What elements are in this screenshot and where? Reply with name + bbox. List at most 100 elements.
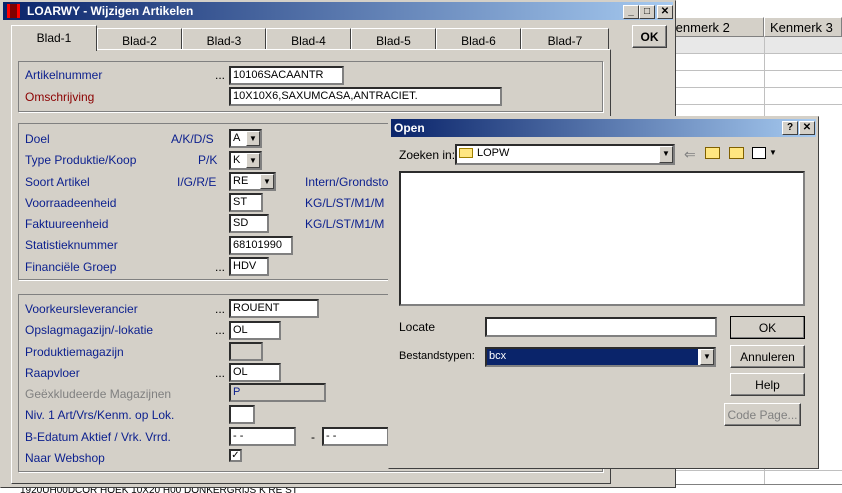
bedatum-label: B-Edatum Aktief / Vrk. Vrrd. — [25, 430, 171, 444]
chevron-down-icon[interactable]: ▼ — [260, 174, 274, 189]
maximize-button[interactable]: □ — [639, 5, 655, 19]
grid-line — [676, 470, 842, 471]
column-header-label: Kenmerk 3 — [770, 20, 833, 35]
help-button[interactable]: Help — [730, 373, 805, 396]
code-page-label: Code Page... — [727, 408, 798, 422]
column-header-kenmerk3[interactable]: Kenmerk 3 — [764, 17, 842, 37]
dialog-help-button[interactable]: ? — [782, 121, 798, 135]
close-icon: ✕ — [660, 6, 670, 17]
open-dialog: Open ? ✕ Zoeken in: LOPW ▼ ⇐ ▼ Locate Be… — [388, 116, 819, 469]
niv-field[interactable] — [229, 405, 255, 424]
soort-select[interactable]: RE ▼ — [229, 172, 276, 191]
webshop-label: Naar Webshop — [25, 451, 105, 465]
tab-blad-7[interactable]: Blad-7 — [521, 28, 609, 50]
minimize-button[interactable]: _ — [623, 5, 639, 19]
type-label: Type Produktie/Koop — [25, 153, 137, 167]
faktuur-right-hint: KG/L/ST/M1/M — [305, 217, 385, 231]
tab-blad-4[interactable]: Blad-4 — [266, 28, 351, 50]
new-folder-icon[interactable] — [729, 147, 744, 159]
bestandstypen-label: Bestandstypen: — [399, 350, 475, 362]
tab-label: Blad-7 — [547, 34, 583, 48]
statistiek-field[interactable]: 68101990 — [229, 236, 293, 255]
doel-select[interactable]: A ▼ — [229, 129, 262, 148]
locate-label: Locate — [399, 320, 436, 334]
up-folder-icon[interactable] — [705, 147, 720, 159]
geexkludeerde-field: P — [229, 383, 326, 402]
soort-label: Soort Artikel — [25, 175, 90, 189]
voorraad-label: Voorraadeenheid — [25, 196, 117, 210]
tab-blad-3[interactable]: Blad-3 — [182, 28, 266, 50]
tab-label: Blad-3 — [206, 34, 242, 48]
bedatum-vrk-field[interactable]: - - — [322, 427, 389, 446]
soort-value: RE — [233, 175, 249, 187]
opslag-field[interactable]: OL — [229, 321, 281, 340]
financiele-field[interactable]: HDV — [229, 257, 269, 276]
ok-button-label: OK — [640, 30, 659, 44]
tab-label: Blad-6 — [461, 34, 496, 48]
soort-hint: I/G/R/E — [177, 175, 217, 189]
chevron-down-icon[interactable]: ▼ — [659, 146, 673, 163]
chevron-down-icon[interactable]: ▼ — [700, 349, 714, 365]
omschrijving-label: Omschrijving — [25, 90, 95, 104]
help-label: Help — [755, 378, 780, 392]
close-button[interactable]: ✕ — [657, 5, 673, 19]
dialog-close-button[interactable]: ✕ — [799, 121, 815, 135]
grid-line — [676, 87, 842, 88]
zoeken-in-select[interactable]: LOPW ▼ — [455, 144, 675, 165]
tab-blad-6[interactable]: Blad-6 — [436, 28, 521, 50]
title-bar: LOARWY - Wijzigen Artikelen _ □ ✕ — [3, 2, 673, 20]
produktie-label: Produktiemagazijn — [25, 345, 124, 359]
tab-label: Blad-1 — [36, 31, 72, 45]
voorraad-field[interactable]: ST — [229, 193, 263, 212]
doel-hint: A/K/D/S — [171, 132, 214, 146]
tab-blad-5[interactable]: Blad-5 — [351, 28, 436, 50]
omschrijving-field[interactable]: 10X10X6,SAXUMCASA,ANTRACIET. — [229, 87, 502, 106]
webshop-checkbox[interactable]: ✓ — [229, 449, 242, 462]
annuleren-button[interactable]: Annuleren — [730, 345, 805, 368]
zoeken-in-value: LOPW — [477, 147, 510, 159]
voorkeur-label: Voorkeursleverancier — [25, 302, 138, 316]
dialog-ok-label: OK — [758, 321, 777, 335]
file-list[interactable] — [399, 171, 805, 306]
app-icon — [7, 4, 20, 18]
bestandstypen-value: bcx — [487, 349, 698, 365]
folder-icon — [459, 148, 473, 159]
selected-row — [676, 37, 842, 53]
back-arrow-icon[interactable]: ⇐ — [684, 146, 696, 163]
raap-field[interactable]: OL — [229, 363, 281, 382]
chevron-down-icon[interactable]: ▼ — [246, 153, 260, 168]
grid-line — [676, 104, 842, 105]
grid-line — [676, 53, 842, 54]
artikelnummer-field[interactable]: 10106SACAANTR — [229, 66, 344, 85]
chevron-down-icon[interactable]: ▼ — [246, 131, 260, 146]
dots: ... — [215, 68, 226, 82]
dialog-title: Open — [394, 121, 425, 135]
minimize-icon: _ — [628, 6, 634, 17]
zoeken-label: Zoeken in: — [399, 148, 456, 162]
view-menu-icon[interactable] — [752, 147, 766, 159]
faktuur-field[interactable]: SD — [229, 214, 269, 233]
bedatum-aktief-field[interactable]: - - — [229, 427, 296, 446]
chevron-down-icon[interactable]: ▼ — [769, 148, 777, 157]
voorkeur-field[interactable]: ROUENT — [229, 299, 319, 318]
soort-right-hint: Intern/Grondstof — [305, 175, 392, 189]
question-icon: ? — [786, 122, 794, 133]
code-page-button: Code Page... — [724, 403, 801, 426]
artikelnummer-label: Artikelnummer — [25, 68, 103, 82]
tab-blad-1[interactable]: Blad-1 — [11, 25, 97, 51]
type-hint: P/K — [198, 153, 218, 167]
dialog-ok-button[interactable]: OK — [730, 316, 805, 339]
financiele-label: Financiële Groep — [25, 260, 117, 274]
tab-blad-2[interactable]: Blad-2 — [97, 28, 182, 50]
produktie-field — [229, 342, 263, 361]
doel-label: Doel — [25, 132, 50, 146]
bestandstypen-select[interactable]: bcx ▼ — [485, 347, 716, 367]
dots: ... — [215, 302, 226, 316]
dots: ... — [215, 323, 226, 337]
tab-label: Blad-5 — [376, 34, 411, 48]
type-select[interactable]: K ▼ — [229, 151, 262, 170]
locate-field[interactable] — [485, 317, 717, 337]
grid-line — [676, 70, 842, 71]
ok-button[interactable]: OK — [632, 25, 667, 48]
voorraad-right-hint: KG/L/ST/M1/M — [305, 196, 385, 210]
